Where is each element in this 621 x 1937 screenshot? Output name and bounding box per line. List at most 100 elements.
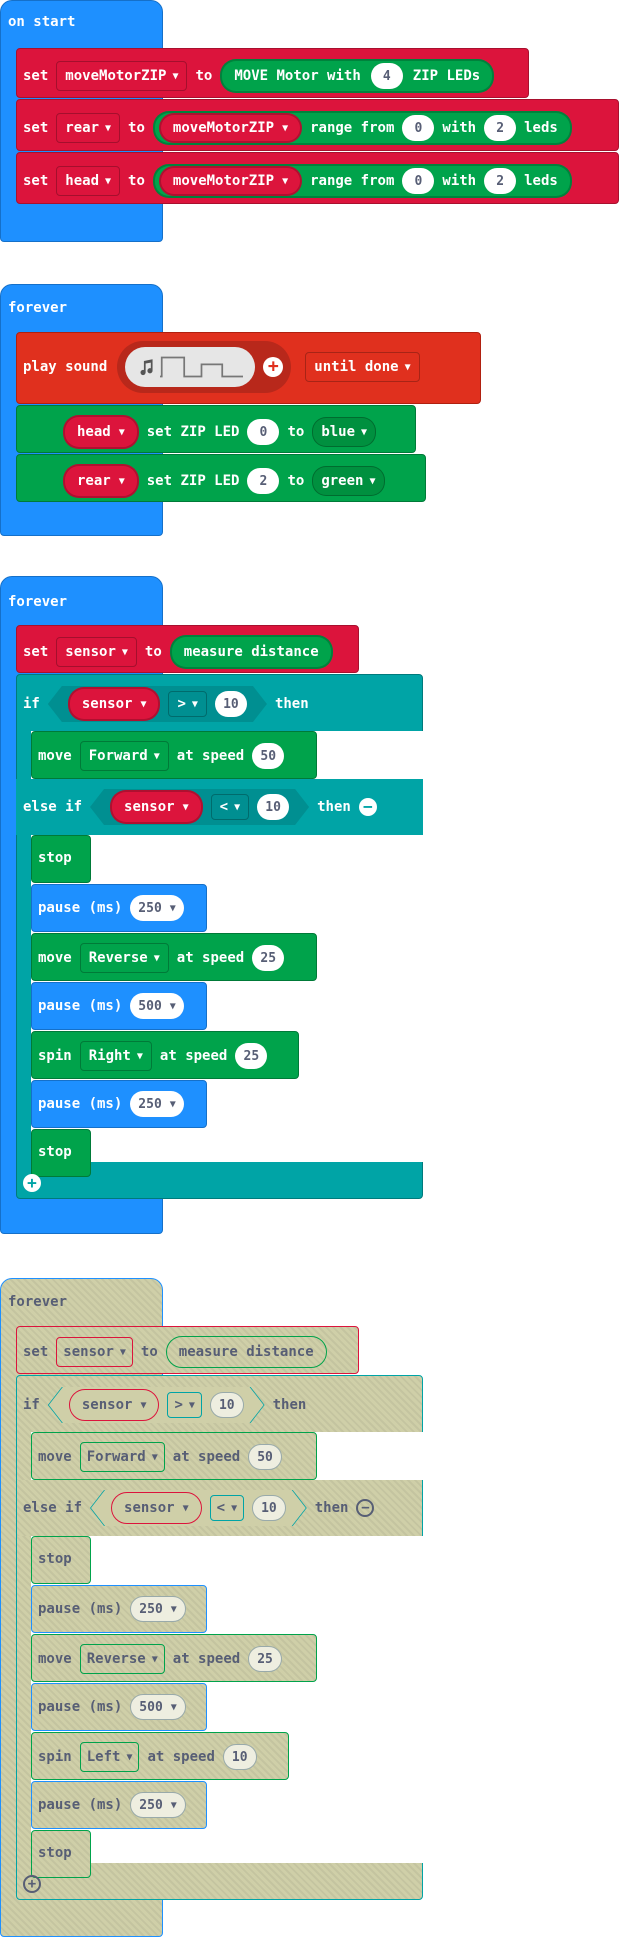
sensor-variable[interactable]: sensor ▼ — [69, 1389, 160, 1421]
add-sound-button[interactable]: + — [263, 357, 284, 377]
set-movemotorzip-block[interactable]: set moveMotorZIP ▼ to MOVE Motor with 4 Z… — [16, 48, 529, 98]
variable-dropdown[interactable]: moveMotorZIP ▼ — [56, 61, 188, 91]
pause-block[interactable]: pause (ms) 250 ▼ — [31, 1080, 207, 1128]
measure-distance-block[interactable]: measure distance — [165, 1336, 327, 1368]
forever-stack-2[interactable]: forever set sensor ▼ to measure distance … — [0, 576, 621, 1234]
pause-value: 500 — [138, 998, 162, 1014]
direction-dropdown[interactable]: Left ▼ — [79, 1742, 140, 1772]
stop-block[interactable]: stop — [31, 835, 91, 883]
pause-value-dropdown[interactable]: 500 ▼ — [130, 1694, 186, 1720]
pause-block[interactable]: pause (ms) 500 ▼ — [31, 1683, 207, 1731]
on-start-stack[interactable]: on start set moveMotorZIP ▼ to MOVE Motor… — [0, 0, 621, 242]
pause-block[interactable]: pause (ms) 250 ▼ — [31, 1781, 207, 1829]
sensor-variable[interactable]: sensor ▼ — [110, 790, 203, 824]
speed-input[interactable]: 10 — [222, 1744, 257, 1770]
stop-block[interactable]: stop — [31, 1536, 91, 1584]
range-from-input[interactable]: 0 — [402, 168, 435, 194]
spin-block[interactable]: spin Left ▼ at speed 10 — [31, 1732, 289, 1780]
range-block[interactable]: moveMotorZIP ▼ range from 0 with 2 leds — [152, 164, 572, 198]
source-variable[interactable]: moveMotorZIP ▼ — [158, 113, 303, 143]
set-rear-block[interactable]: set rear ▼ to moveMotorZIP ▼ range from 0 … — [16, 99, 619, 151]
led-index-input[interactable]: 2 — [247, 468, 280, 494]
pause-value-dropdown[interactable]: 250 ▼ — [130, 1792, 186, 1818]
direction-dropdown[interactable]: Reverse ▼ — [79, 1644, 165, 1674]
pause-value-dropdown[interactable]: 250 ▼ — [130, 1091, 184, 1117]
direction-dropdown[interactable]: Forward ▼ — [79, 741, 169, 771]
pause-block[interactable]: pause (ms) 250 ▼ — [31, 884, 207, 932]
variable-dropdown[interactable]: rear ▼ — [56, 113, 121, 143]
speed-input[interactable]: 25 — [235, 1043, 268, 1069]
operator-dropdown[interactable]: > ▼ — [167, 1392, 201, 1418]
move-motor-block[interactable]: MOVE Motor with 4 ZIP LEDs — [220, 59, 495, 93]
pause-label: pause (ms) — [38, 1797, 123, 1813]
measure-distance-block[interactable]: measure distance — [169, 635, 333, 669]
spin-block[interactable]: spin Right ▼ at speed 25 — [31, 1031, 299, 1079]
variable-dropdown[interactable]: sensor ▼ — [56, 637, 137, 667]
add-branch-button[interactable]: + — [23, 1875, 41, 1893]
speed-input[interactable]: 50 — [248, 1444, 282, 1470]
if-else-block[interactable]: if sensor ▼ > ▼ 10 then move Forward ▼ at s… — [16, 1375, 426, 1900]
stop-block[interactable]: stop — [31, 1129, 91, 1177]
compare-value-input[interactable]: 10 — [215, 691, 247, 717]
caret-down-icon: ▼ — [188, 1399, 195, 1411]
set-sensor-block[interactable]: set sensor ▼ to measure distance — [16, 1326, 359, 1374]
variable-dropdown[interactable]: sensor ▼ — [56, 1337, 133, 1367]
compare-value-input[interactable]: 10 — [257, 794, 289, 820]
compare-block[interactable]: sensor ▼ < ▼ 10 — [90, 1490, 307, 1526]
remove-branch-button[interactable]: − — [358, 798, 377, 816]
color-name: green — [321, 473, 364, 489]
compare-block[interactable]: sensor ▼ < ▼ 10 — [90, 789, 309, 825]
if-else-block[interactable]: if sensor ▼ > ▼ 10 then move Forward ▼ at s… — [16, 674, 426, 1199]
color-dropdown[interactable]: green ▼ — [312, 466, 385, 496]
pause-block[interactable]: pause (ms) 250 ▼ — [31, 1585, 207, 1633]
sound-field-wrap[interactable]: + — [117, 341, 292, 393]
direction-dropdown[interactable]: Reverse ▼ — [79, 943, 169, 973]
move-reverse-block[interactable]: move Reverse ▼ at speed 25 — [31, 1634, 317, 1682]
range-count-input[interactable]: 2 — [484, 115, 517, 141]
pause-value-dropdown[interactable]: 250 ▼ — [130, 1596, 186, 1622]
variable-dropdown[interactable]: head ▼ — [56, 166, 121, 196]
zip-count-input[interactable]: 4 — [370, 63, 403, 89]
pause-value-dropdown[interactable]: 250 ▼ — [130, 895, 184, 921]
speed-input[interactable]: 50 — [252, 743, 285, 769]
remove-branch-button[interactable]: − — [356, 1499, 375, 1517]
forever-stack-3-disabled[interactable]: forever set sensor ▼ to measure distance … — [0, 1278, 621, 1937]
set-sensor-block[interactable]: set sensor ▼ to measure distance — [16, 625, 359, 673]
direction-dropdown[interactable]: Forward ▼ — [79, 1442, 165, 1472]
set-zip-led-head-block[interactable]: head ▼ set ZIP LED 0 to blue ▼ — [16, 405, 416, 453]
pause-block[interactable]: pause (ms) 500 ▼ — [31, 982, 207, 1030]
move-forward-block[interactable]: move Forward ▼ at speed 50 — [31, 1432, 317, 1480]
variable-name: rear — [65, 120, 100, 136]
range-from-input[interactable]: 0 — [402, 115, 435, 141]
led-index-input[interactable]: 0 — [247, 419, 280, 445]
play-sound-block[interactable]: play sound + until done ▼ — [16, 332, 481, 404]
strip-variable[interactable]: rear ▼ — [63, 464, 139, 498]
forever-stack-1[interactable]: forever play sound + until done ▼ head ▼ s… — [0, 284, 621, 536]
move-reverse-block[interactable]: move Reverse ▼ at speed 25 — [31, 933, 317, 981]
color-dropdown[interactable]: blue ▼ — [312, 417, 377, 447]
pause-value-dropdown[interactable]: 500 ▼ — [130, 993, 184, 1019]
speed-input[interactable]: 25 — [252, 945, 285, 971]
compare-block[interactable]: sensor ▼ > ▼ 10 — [48, 686, 267, 722]
source-variable[interactable]: moveMotorZIP ▼ — [158, 166, 303, 196]
sensor-variable[interactable]: sensor ▼ — [68, 687, 161, 721]
range-count-input[interactable]: 2 — [484, 168, 517, 194]
compare-value-input[interactable]: 10 — [252, 1495, 286, 1521]
sound-expression-field[interactable] — [125, 347, 256, 387]
sensor-variable[interactable]: sensor ▼ — [111, 1492, 202, 1524]
operator-dropdown[interactable]: < ▼ — [210, 1495, 244, 1521]
operator-dropdown[interactable]: > ▼ — [168, 691, 206, 717]
set-zip-led-rear-block[interactable]: rear ▼ set ZIP LED 2 to green ▼ — [16, 454, 426, 502]
set-head-block[interactable]: set head ▼ to moveMotorZIP ▼ range from 0 … — [16, 152, 619, 204]
compare-block[interactable]: sensor ▼ > ▼ 10 — [48, 1387, 265, 1423]
range-block[interactable]: moveMotorZIP ▼ range from 0 with 2 leds — [152, 111, 572, 145]
until-done-dropdown[interactable]: until done ▼ — [305, 352, 420, 382]
strip-variable[interactable]: head ▼ — [63, 415, 139, 449]
speed-input[interactable]: 25 — [248, 1646, 282, 1672]
compare-value-input[interactable]: 10 — [210, 1392, 244, 1418]
direction-dropdown[interactable]: Right ▼ — [79, 1041, 152, 1071]
operator-dropdown[interactable]: < ▼ — [211, 794, 249, 820]
move-forward-block[interactable]: move Forward ▼ at speed 50 — [31, 731, 317, 779]
add-branch-button[interactable]: + — [23, 1174, 41, 1192]
stop-block[interactable]: stop — [31, 1830, 91, 1878]
